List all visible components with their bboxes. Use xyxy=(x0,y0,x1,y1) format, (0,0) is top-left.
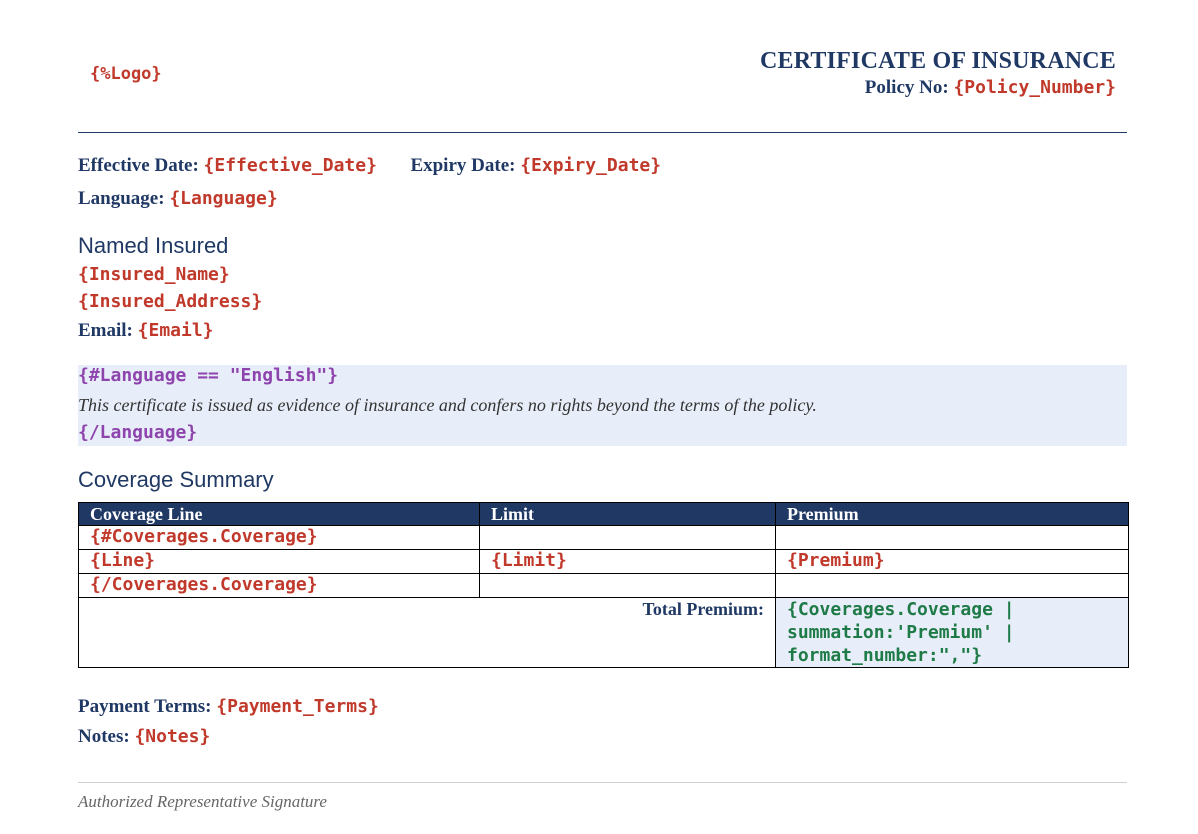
empty-cell xyxy=(479,525,776,550)
table-row: {Line} {Limit} {Premium} xyxy=(78,549,1129,574)
language-label: Language: xyxy=(78,188,165,209)
loop-close-cell: {/Coverages.Coverage} xyxy=(78,573,480,598)
insured-name-tag: {Insured_Name} xyxy=(78,264,230,285)
policy-tag: {Policy_Number} xyxy=(953,77,1116,98)
insured-address-tag: {Insured_Address} xyxy=(78,291,263,312)
empty-cell xyxy=(775,573,1129,598)
total-expression-line: format_number:","} xyxy=(787,645,983,666)
effective-tag: {Effective_Date} xyxy=(203,155,377,176)
logo-placeholder: {%Logo} xyxy=(78,60,258,96)
total-row: Total Premium: {Coverages.Coverage | sum… xyxy=(78,597,1129,668)
column-header-coverage-line: Coverage Line xyxy=(78,502,480,526)
email-label: Email: xyxy=(78,320,133,341)
total-expression-line: {Coverages.Coverage | xyxy=(787,599,1015,620)
effective-label: Effective Date: xyxy=(78,155,199,176)
line-cell: {Line} xyxy=(78,549,480,574)
condition-open-tag: {#Language == "English"} xyxy=(78,365,339,386)
premium-cell: {Premium} xyxy=(775,549,1129,574)
language-condition-block: {#Language == "English"} This certificat… xyxy=(78,365,1127,446)
header-divider xyxy=(78,132,1127,133)
language-line: Language: {Language} xyxy=(78,188,278,210)
limit-cell: {Limit} xyxy=(479,549,776,574)
notes-tag: {Notes} xyxy=(134,726,211,747)
logo-tag: {%Logo} xyxy=(90,64,162,84)
loop-open-cell: {#Coverages.Coverage} xyxy=(78,525,480,550)
empty-cell xyxy=(775,525,1129,550)
table-row: {#Coverages.Coverage} xyxy=(78,525,1129,550)
total-premium-value: {Coverages.Coverage | summation:'Premium… xyxy=(775,597,1129,668)
total-expression-line: summation:'Premium' | xyxy=(787,622,1015,643)
payment-terms-label: Payment Terms: xyxy=(78,696,212,717)
language-tag: {Language} xyxy=(169,188,278,209)
empty-cell xyxy=(479,573,776,598)
notes-line: Notes: {Notes} xyxy=(78,726,210,748)
policy-label: Policy No: xyxy=(864,77,949,98)
payment-terms-tag: {Payment_Terms} xyxy=(216,696,379,717)
expiry-label: Expiry Date: xyxy=(410,155,516,176)
signature-divider xyxy=(78,782,1127,783)
total-premium-label: Total Premium: xyxy=(78,597,776,668)
column-header-limit: Limit xyxy=(479,502,776,526)
condition-close-tag: {/Language} xyxy=(78,422,198,443)
policy-number: Policy No: {Policy_Number} xyxy=(760,77,1116,99)
signature-caption: Authorized Representative Signature xyxy=(78,792,327,811)
insured-name: {Insured_Name} xyxy=(78,264,230,286)
dates-line: Effective Date: {Effective_Date} Expiry … xyxy=(78,155,661,177)
email-line: Email: {Email} xyxy=(78,320,214,342)
named-insured-heading: Named Insured xyxy=(78,233,229,258)
expiry-tag: {Expiry_Date} xyxy=(520,155,662,176)
table-row: {/Coverages.Coverage} xyxy=(78,573,1129,598)
condition-text: This certificate is issued as evidence o… xyxy=(78,395,817,415)
certificate-header: CERTIFICATE OF INSURANCE Policy No: {Pol… xyxy=(760,48,1116,99)
column-header-premium: Premium xyxy=(775,502,1129,526)
notes-label: Notes: xyxy=(78,726,130,747)
certificate-title: CERTIFICATE OF INSURANCE xyxy=(760,48,1116,74)
table-header-row: Coverage Line Limit Premium xyxy=(78,502,1129,526)
email-tag: {Email} xyxy=(137,320,214,341)
coverage-summary-heading: Coverage Summary xyxy=(78,467,274,492)
payment-terms-line: Payment Terms: {Payment_Terms} xyxy=(78,696,379,718)
insured-address: {Insured_Address} xyxy=(78,291,262,313)
coverage-table: Coverage Line Limit Premium {#Coverages.… xyxy=(78,502,1129,668)
